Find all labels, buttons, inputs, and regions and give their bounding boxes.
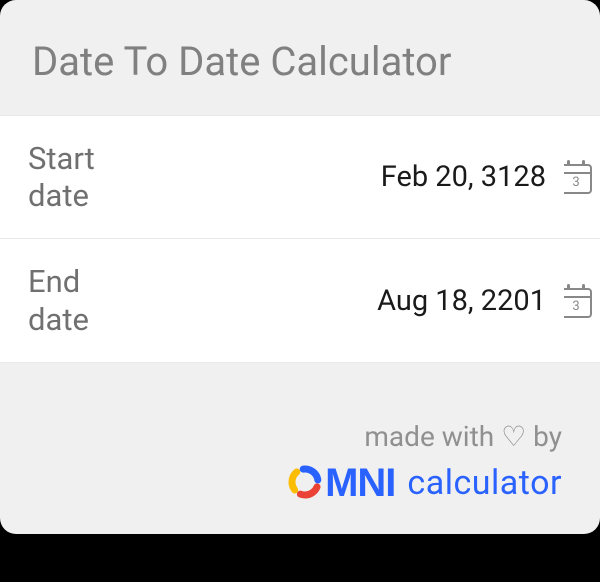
end-date-picker-button[interactable]: 3 — [564, 284, 592, 318]
start-date-value[interactable]: Feb 20, 3128 — [143, 160, 564, 194]
end-date-label: End date — [28, 263, 143, 337]
omni-o-icon — [287, 463, 323, 499]
calendar-icon: 3 — [564, 284, 592, 318]
page-title: Date To Date Calculator — [0, 0, 600, 115]
end-date-value[interactable]: Aug 18, 2201 — [143, 284, 564, 318]
brand-logo: MNI — [287, 459, 395, 506]
calendar-icon: 3 — [564, 160, 592, 194]
end-date-row: End date Aug 18, 2201 3 — [0, 239, 600, 361]
brand-link[interactable]: MNI calculator — [287, 459, 562, 506]
calculator-card: Date To Date Calculator Start date Feb 2… — [0, 0, 600, 534]
start-date-label: Start date — [28, 140, 143, 214]
brand-suffix: calculator — [407, 463, 562, 503]
made-with-text: made with ♡ by — [287, 420, 562, 453]
footer: made with ♡ by MNI calculator — [287, 420, 562, 506]
start-date-picker-button[interactable]: 3 — [564, 160, 592, 194]
input-rows: Start date Feb 20, 3128 3 End date Aug 1… — [0, 115, 600, 363]
brand-name: MNI — [325, 461, 395, 506]
start-date-row: Start date Feb 20, 3128 3 — [0, 116, 600, 239]
